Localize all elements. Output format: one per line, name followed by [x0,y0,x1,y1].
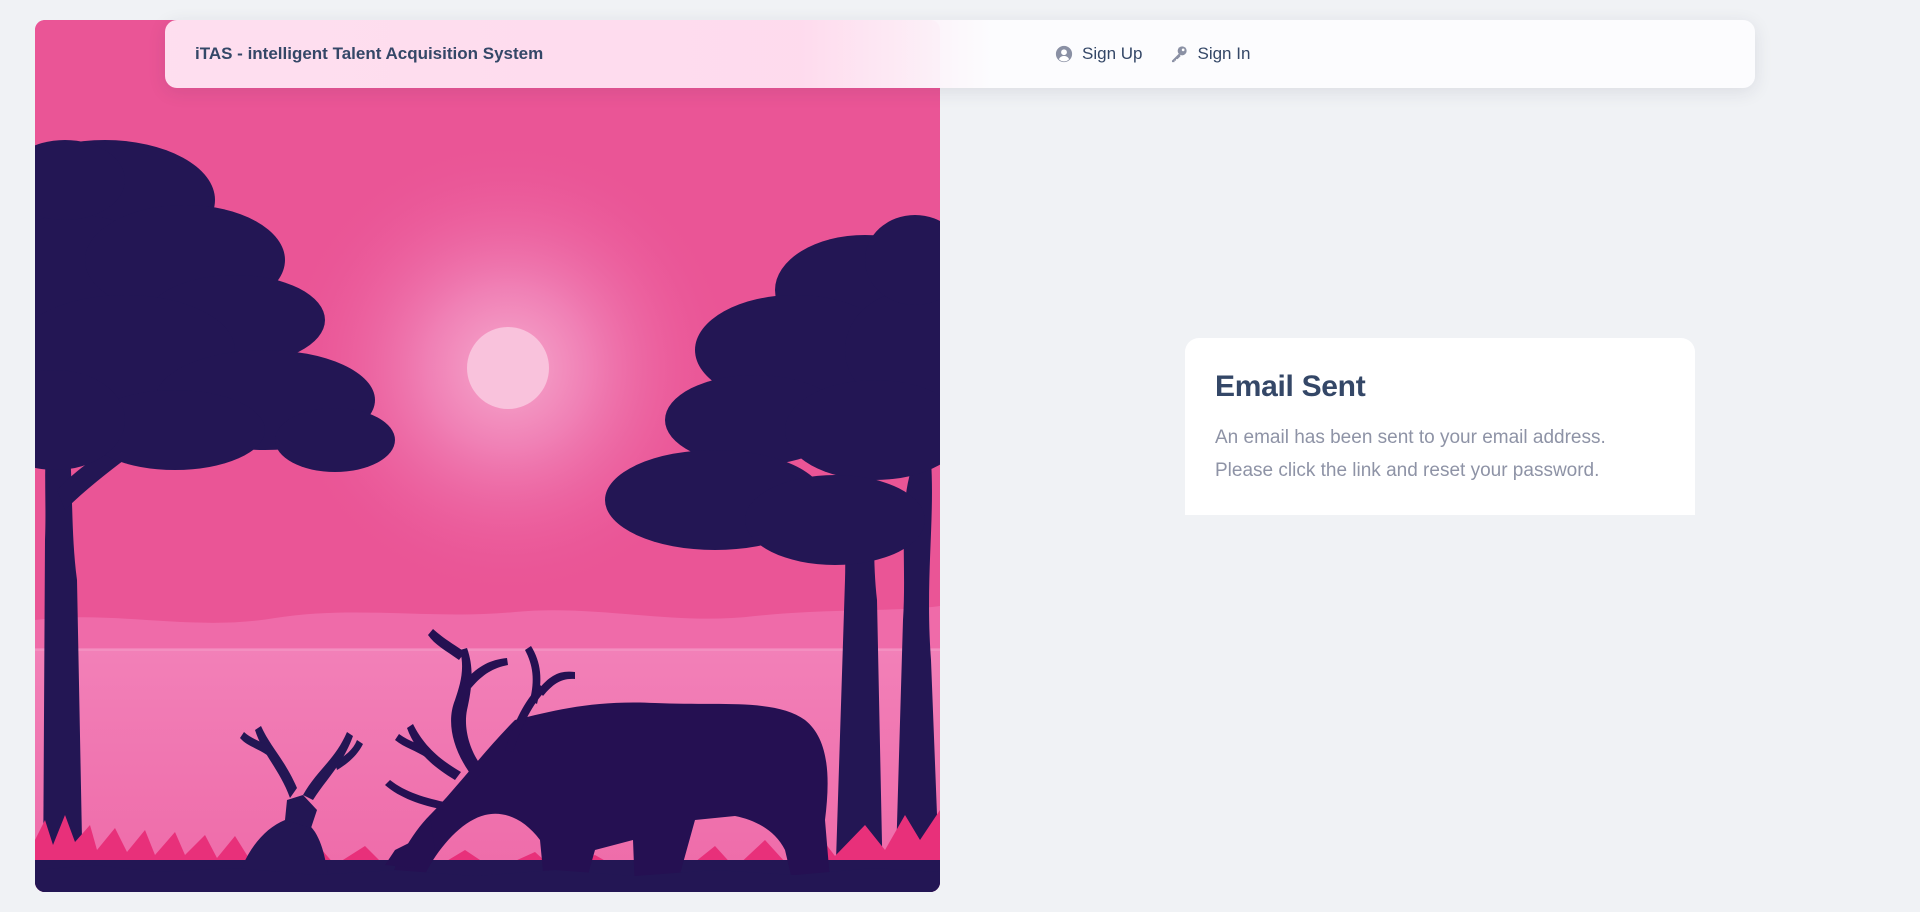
key-icon [1170,45,1188,63]
email-sent-card: Email Sent An email has been sent to you… [1185,338,1695,515]
card-message-line-2: Please click the link and reset your pas… [1215,460,1600,481]
card-message-line-1: An email has been sent to your email add… [1215,427,1606,448]
card-message: An email has been sent to your email add… [1215,421,1665,487]
user-circle-icon [1055,45,1073,63]
nav-links: Sign Up Sign In [1055,20,1250,88]
page: iTAS - intelligent Talent Acquisition Sy… [0,0,1920,912]
card-title: Email Sent [1215,370,1366,403]
top-navbar: iTAS - intelligent Talent Acquisition Sy… [165,20,1755,88]
brand-title[interactable]: iTAS - intelligent Talent Acquisition Sy… [195,20,543,88]
sign-in-link[interactable]: Sign In [1170,44,1250,64]
hero-illustration [35,20,940,892]
sign-up-link[interactable]: Sign Up [1055,44,1142,64]
sun-shape [467,327,549,409]
sign-up-label: Sign Up [1082,44,1143,63]
sign-in-label: Sign In [1197,44,1251,63]
deer-sunset-illustration [35,20,940,892]
